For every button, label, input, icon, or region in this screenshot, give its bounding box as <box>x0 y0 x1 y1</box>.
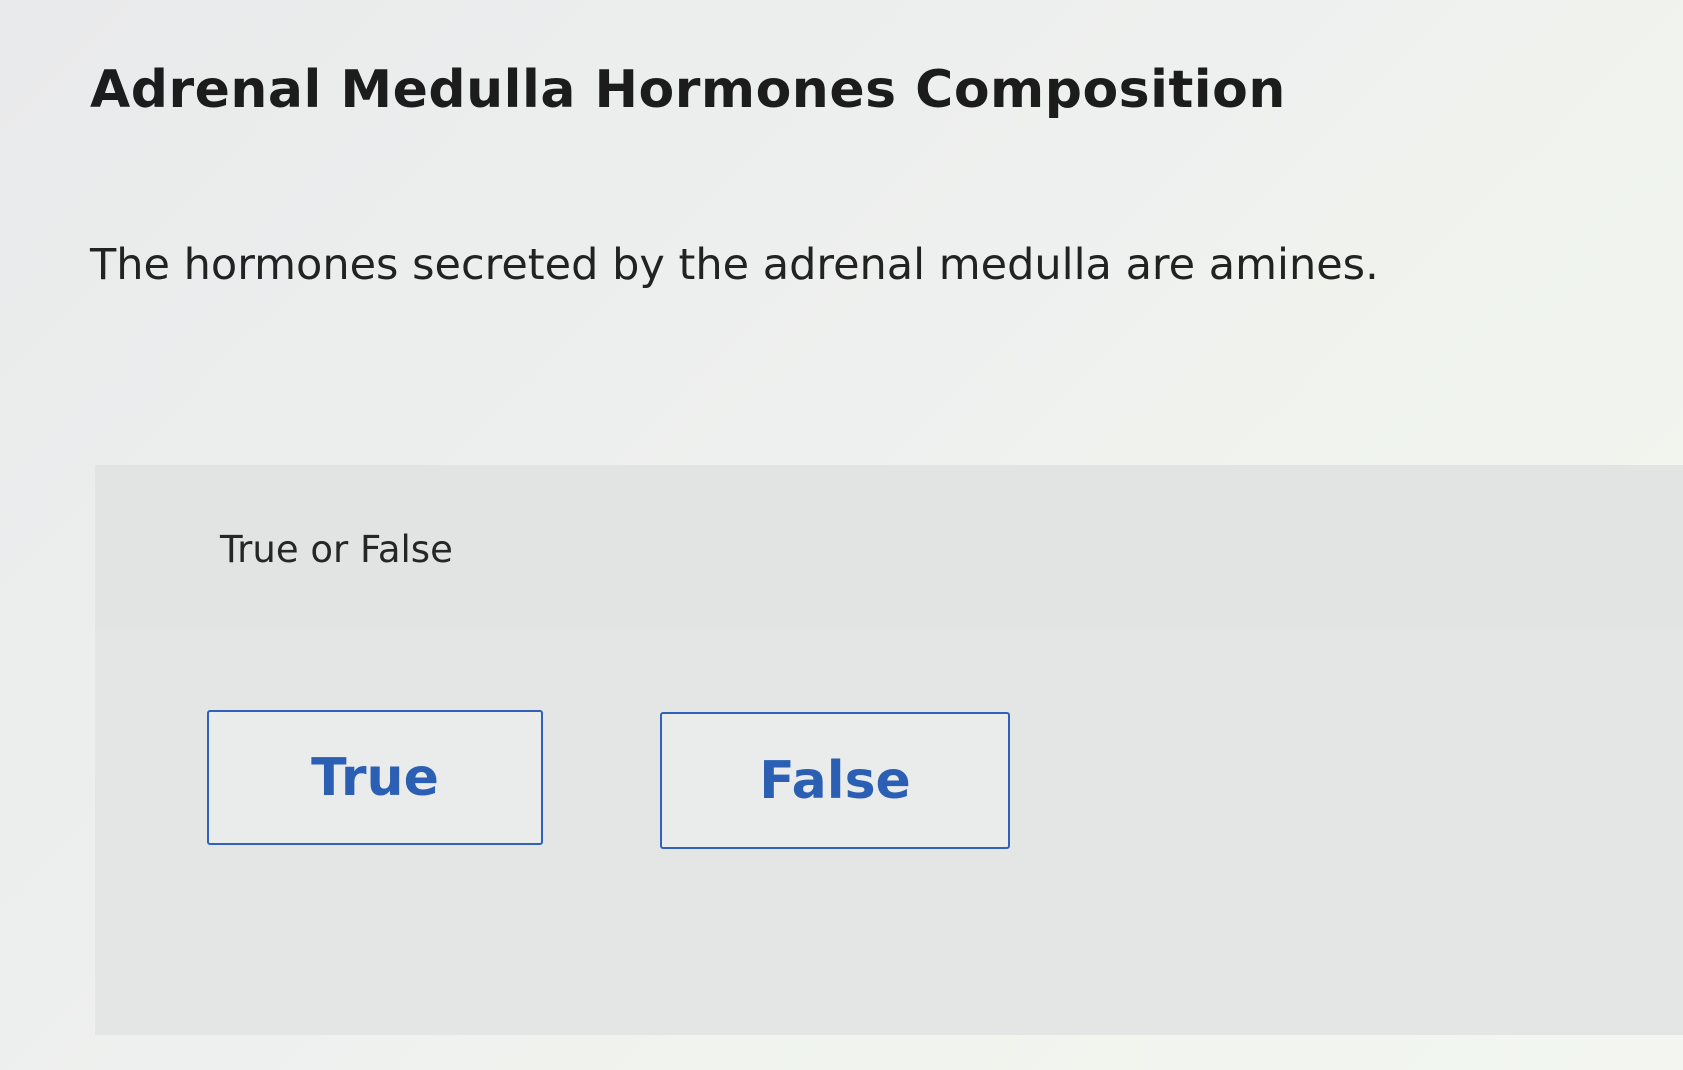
answer-panel: True or False True False <box>95 465 1683 1035</box>
true-or-false-label: True or False <box>220 528 453 571</box>
false-button[interactable]: False <box>660 712 1010 849</box>
panel-header: True or False <box>95 465 1683 628</box>
true-button[interactable]: True <box>207 710 543 845</box>
question-text: The hormones secreted by the adrenal med… <box>90 240 1379 290</box>
page-title: Adrenal Medulla Hormones Composition <box>90 60 1286 120</box>
